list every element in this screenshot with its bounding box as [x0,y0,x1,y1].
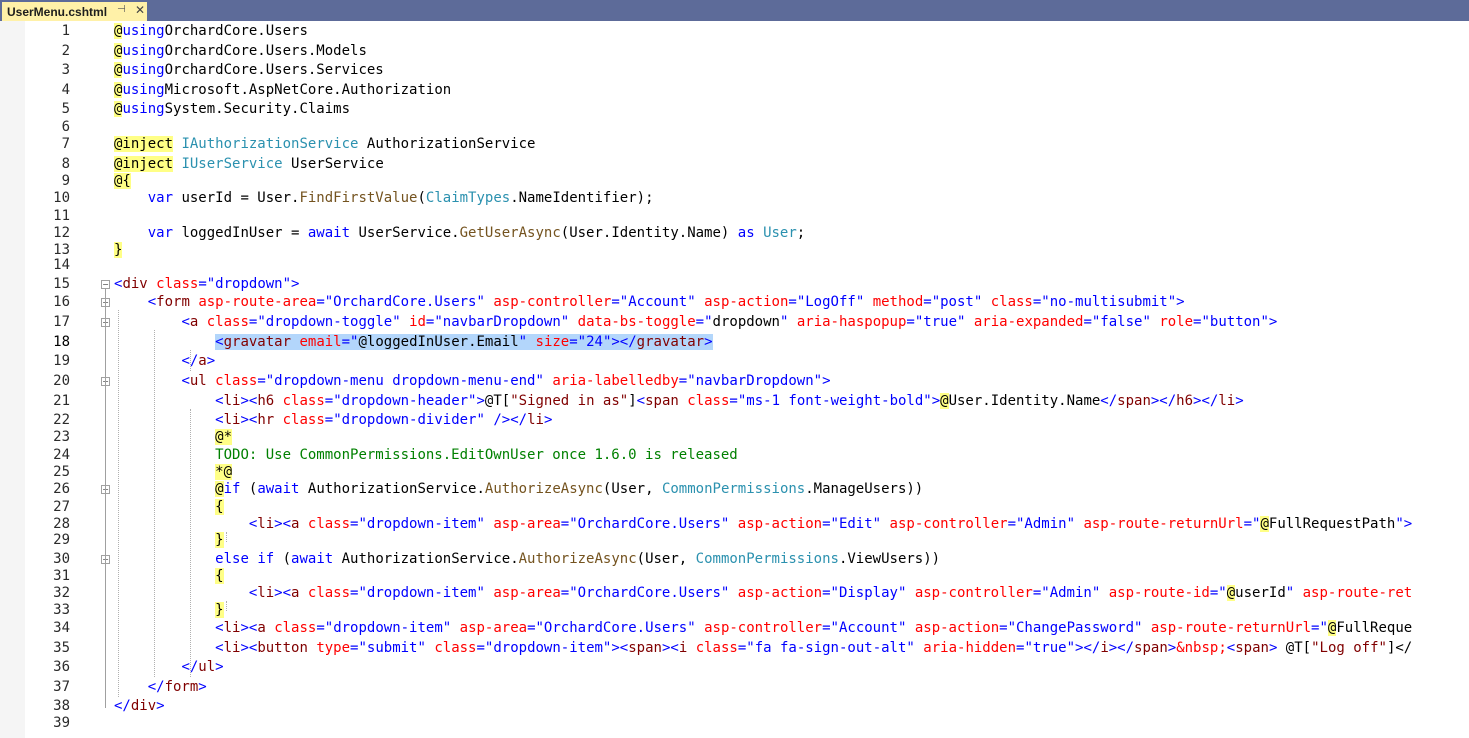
code-text: </a> [181,352,216,369]
line-number: 4 [61,81,70,98]
fold-connector [105,564,106,612]
code-text: <form asp-route-area="OrchardCore.Users"… [147,293,1185,310]
line-number: 34 [53,619,70,636]
line-number: 3 [61,61,70,78]
line-number: 35 [53,639,70,656]
code-line[interactable]: 39 [0,714,1469,733]
line-number: 39 [53,714,70,731]
code-text: @usingOrchardCore.Users [114,22,308,39]
line-number: 18 [53,333,70,350]
line-number: 16 [53,293,70,310]
code-editor[interactable]: 1 @usingOrchardCore.Users 2 @usingOrchardCo… [0,21,1469,738]
code-line[interactable]: 10 var userId = User.FindFirstValue(Clai… [0,189,1469,208]
code-line[interactable]: 16− <form asp-route-area="OrchardCore.Us… [0,293,1469,312]
code-text: @inject IAuthorizationService Authorizat… [114,135,536,152]
code-text: <div class="dropdown"> [114,275,300,292]
code-line[interactable]: 17− <a class="dropdown-toggle" id="navba… [0,313,1469,332]
line-number: 15 [53,275,70,292]
line-number: 37 [53,678,70,695]
code-line[interactable]: 37 </form> [0,678,1469,697]
line-number: 33 [53,601,70,618]
code-line[interactable]: 21 <li><h6 class="dropdown-header">@T["S… [0,392,1469,411]
line-number: 5 [61,100,70,117]
document-tab-bar: UserMenu.cshtml ⊣ ✕ [0,0,1469,21]
code-text: @usingMicrosoft.AspNetCore.Authorization [114,81,452,98]
line-number: 17 [53,313,70,330]
code-line[interactable]: 2 @usingOrchardCore.Users.Models [0,42,1469,61]
code-text: <gravatar email="@loggedInUser.Email" si… [215,333,713,350]
code-line[interactable]: 26− @if (await AuthorizationService.Auth… [0,480,1469,499]
code-line[interactable]: 34 <li><a class="dropdown-item" asp-area… [0,619,1469,638]
indent-guide [226,601,227,611]
close-icon[interactable]: ✕ [135,3,145,17]
line-number: 21 [53,392,70,409]
code-line[interactable]: 18 <gravatar email="@loggedInUser.Email"… [0,333,1469,352]
pin-icon[interactable]: ⊣ [117,4,126,15]
code-line[interactable]: 4 @usingMicrosoft.AspNetCore.Authorizatio… [0,81,1469,100]
line-number: 23 [53,428,70,445]
code-line[interactable]: 36 </ul> [0,658,1469,677]
line-number: 20 [53,372,70,389]
code-line[interactable]: 23 @* [0,428,1469,447]
code-line[interactable]: 3 @usingOrchardCore.Users.Services [0,61,1469,80]
code-line[interactable]: 19 </a> [0,352,1469,371]
code-line[interactable]: 5 @usingSystem.Security.Claims [0,100,1469,119]
code-text: <li><a class="dropdown-item" asp-area="O… [215,619,1413,636]
code-line[interactable]: 20− <ul class="dropdown-menu dropdown-me… [0,372,1469,391]
code-line[interactable]: 33 } [0,601,1469,620]
line-number: 36 [53,658,70,675]
tab-title: UserMenu.cshtml [7,4,108,19]
code-text: <li><button type="submit" class="dropdow… [215,639,1413,656]
code-text: @usingOrchardCore.Users.Services [114,61,384,78]
line-number: 10 [53,189,70,206]
fold-connector [105,494,106,542]
indent-guide [226,532,227,542]
indent-guide [190,409,191,677]
code-text: </ul> [181,658,224,675]
code-text: } [215,601,224,618]
line-number: 19 [53,352,70,369]
line-number: 1 [61,22,70,39]
indent-guide [154,330,155,677]
code-text: @* [215,428,233,445]
code-line[interactable]: 14 [0,256,1469,275]
line-number: 2 [61,42,70,59]
code-line[interactable]: 35 <li><button type="submit" class="drop… [0,639,1469,658]
fold-connector [105,327,106,363]
tab-usermenu-cshtml[interactable]: UserMenu.cshtml ⊣ ✕ [2,2,147,21]
code-line[interactable]: 1 @usingOrchardCore.Users [0,22,1469,41]
code-text: </form> [147,678,207,695]
code-text: @usingSystem.Security.Claims [114,100,351,117]
code-line[interactable]: 7 @inject IAuthorizationService Authoriza… [0,135,1469,154]
code-text: @if (await AuthorizationService.Authoriz… [215,480,924,497]
indent-guide [118,310,119,697]
code-line[interactable]: 15 − <div class="dropdown"> [0,275,1469,294]
code-line[interactable]: 29 } [0,531,1469,550]
line-number: 29 [53,531,70,548]
line-number: 14 [53,256,70,273]
code-text: } [215,531,224,548]
code-text: <ul class="dropdown-menu dropdown-menu-e… [181,372,831,389]
indent-guide [190,350,191,371]
line-number: 26 [53,480,70,497]
collapse-icon[interactable]: − [101,279,110,289]
code-text: <li><h6 class="dropdown-header">@T["Sign… [215,392,1244,409]
code-text: <a class="dropdown-toggle" id="navbarDro… [181,313,1278,330]
code-text: @usingOrchardCore.Users.Models [114,42,367,59]
line-number: 7 [61,135,70,152]
code-text: var userId = User.FindFirstValue(ClaimTy… [147,189,654,206]
